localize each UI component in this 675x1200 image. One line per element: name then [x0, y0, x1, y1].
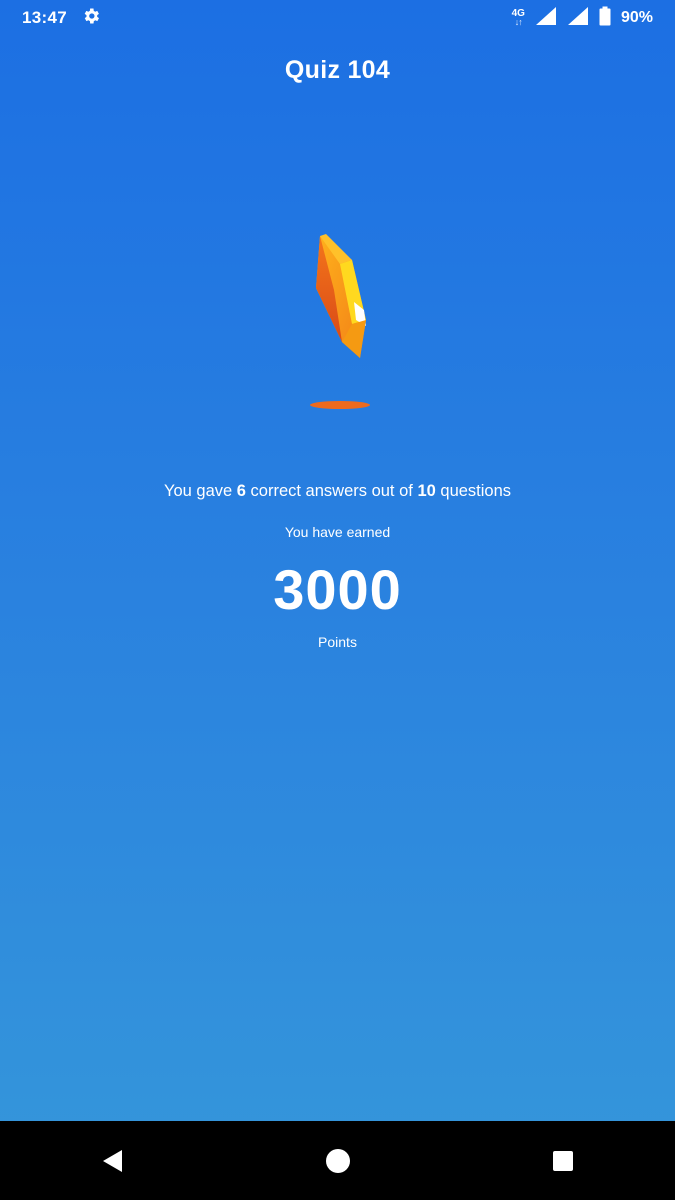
- battery-icon: [599, 6, 611, 31]
- signal-strength-icon-2: [567, 6, 589, 31]
- home-circle-icon: [325, 1148, 350, 1173]
- gear-icon: [81, 6, 101, 31]
- total-questions: 10: [417, 482, 436, 500]
- status-right: 4G ↓↑ 90%: [512, 6, 653, 31]
- correct-count: 6: [236, 482, 246, 500]
- back-triangle-icon: [103, 1149, 122, 1172]
- back-button[interactable]: [83, 1131, 143, 1191]
- gem-shadow: [310, 401, 370, 409]
- network-type-indicator: 4G ↓↑: [512, 9, 525, 27]
- recents-button[interactable]: [533, 1131, 593, 1191]
- crystal-gem-icon: [304, 230, 374, 365]
- signal-strength-icon: [535, 6, 557, 31]
- status-left: 13:47: [22, 6, 101, 31]
- result-middle: correct answers out of: [245, 482, 418, 500]
- network-activity-arrows: ↓↑: [514, 17, 523, 27]
- page-title: Quiz 104: [284, 56, 391, 84]
- status-bar: 13:47 4G ↓↑ 90%: [0, 0, 675, 36]
- status-time: 13:47: [22, 8, 67, 27]
- result-suffix: questions: [435, 482, 512, 500]
- battery-percentage: 90%: [620, 9, 653, 26]
- points-value: 3000: [273, 558, 402, 621]
- result-summary: You gave 6 correct answers out of 10 que…: [0, 482, 675, 501]
- result-prefix: You gave: [163, 482, 237, 500]
- system-nav-bar: [0, 1121, 675, 1200]
- quiz-result-screen: 13:47 4G ↓↑ 90% Quiz 104 You gave 6 corr…: [0, 0, 675, 1200]
- earned-label: You have earned: [284, 524, 391, 540]
- home-button[interactable]: [308, 1131, 368, 1191]
- points-label: Points: [318, 634, 357, 650]
- recents-square-icon: [552, 1150, 573, 1171]
